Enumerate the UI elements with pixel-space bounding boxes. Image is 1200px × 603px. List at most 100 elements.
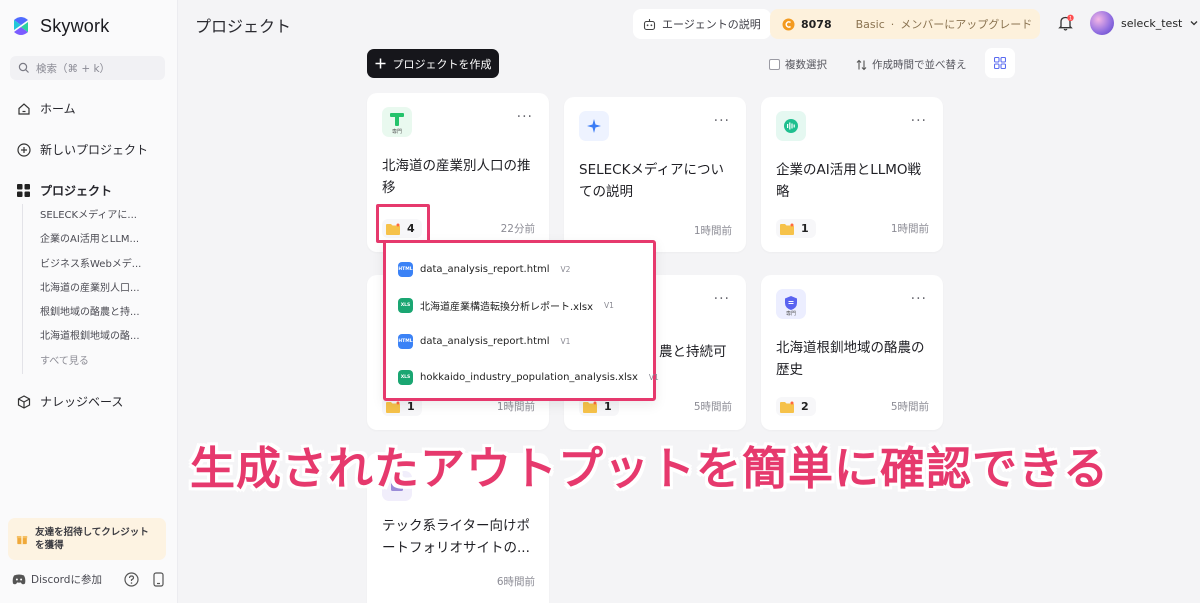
- nav-new-project-label: 新しいプロジェクト: [40, 143, 149, 157]
- sidebar-project-item[interactable]: 北海道根釧地域の酪...: [23, 325, 172, 349]
- output-file-name: 北海道産業構造転換分析レポート.xlsx: [420, 302, 594, 313]
- skywork-logo-icon: [14, 17, 28, 35]
- sidebar-project-item[interactable]: SELECKメディアに...: [23, 204, 172, 228]
- project-time: 1時間前: [890, 223, 929, 235]
- output-version: V1: [648, 373, 659, 382]
- username: seleck_test: [1121, 16, 1183, 30]
- sidebar-bottom-icons: [124, 572, 164, 587]
- output-file-name: data_analysis_report.html: [420, 336, 550, 347]
- credit-balance: 8078: [801, 17, 832, 31]
- multi-select-checkbox[interactable]: [769, 59, 780, 70]
- xls-file-icon: XLS: [398, 370, 413, 385]
- more-options-icon[interactable]: ···: [911, 291, 927, 307]
- outputs-count-value: 1: [604, 400, 612, 413]
- nav-knowledge-label: ナレッジベース: [40, 395, 124, 409]
- user-menu[interactable]: seleck_test: [1090, 11, 1199, 35]
- discord-label: Discordに参加: [31, 574, 102, 586]
- plus-icon: [375, 58, 385, 69]
- invite-banner[interactable]: 友達を招待してクレジットを獲得: [8, 518, 166, 560]
- sidebar-project-item[interactable]: 企業のAI活用とLLM...: [23, 228, 172, 252]
- outputs-count-highlight: [376, 204, 430, 243]
- sort-icon: [856, 59, 867, 70]
- sidebar: Skywork 検索（⌘ + k） ホーム 新しいプロジェクト プロジェクト S…: [0, 0, 178, 603]
- outputs-dropdown: HTML data_analysis_report.html V2 XLS 北海…: [383, 240, 659, 401]
- gift-icon: [16, 535, 28, 545]
- project-card[interactable]: ··· 企業のAI活用とLLMO戦略 1 1時間前: [761, 97, 943, 252]
- folder-icon: [386, 401, 400, 413]
- outputs-count[interactable]: 2: [776, 397, 816, 416]
- outputs-count[interactable]: 1: [776, 219, 816, 238]
- discord-link[interactable]: Discordに参加: [12, 572, 102, 587]
- nav-projects-label: プロジェクト: [40, 184, 113, 198]
- nav-new-project[interactable]: 新しいプロジェクト: [16, 141, 148, 158]
- more-options-icon[interactable]: ···: [714, 291, 730, 307]
- sidebar-project-item[interactable]: ビジネス系Webメデ...: [23, 253, 172, 277]
- sparkle-icon: [587, 119, 601, 133]
- sidebar-project-item[interactable]: 根釧地域の酪農と持...: [23, 301, 172, 325]
- project-time: 22分前: [500, 223, 535, 235]
- overlay-caption: 生成されたアウトプットを簡単に確認できる: [190, 442, 1110, 495]
- mobile-icon[interactable]: [153, 572, 164, 587]
- project-tag: 専門: [785, 311, 796, 317]
- app-logo[interactable]: Skywork: [10, 14, 109, 38]
- sidebar-project-item[interactable]: 北海道の産業別人口...: [23, 277, 172, 301]
- nav-projects[interactable]: プロジェクト: [16, 182, 112, 199]
- sort-label: 作成時間で並べ替え: [872, 59, 967, 71]
- project-type-icon: [776, 111, 806, 141]
- xls-file-icon: XLS: [398, 298, 413, 313]
- output-file-name: data_analysis_report.html: [420, 264, 550, 275]
- plus-circle-icon: [16, 142, 31, 157]
- project-title: 農と持続可: [659, 344, 727, 360]
- more-options-icon[interactable]: ···: [517, 109, 533, 125]
- project-title: 企業のAI活用とLLMO戦略: [776, 162, 922, 200]
- bell-icon: 1: [1058, 14, 1074, 31]
- audio-wave-icon: [784, 119, 798, 133]
- project-title: 北海道根釧地域の酪農の歴史: [776, 340, 925, 378]
- project-card[interactable]: 専門 ··· 北海道根釧地域の酪農の歴史 2 5時間前: [761, 275, 943, 430]
- create-project-label: プロジェクトを作成: [392, 57, 492, 71]
- output-file-name: hokkaido_industry_population_analysis.xl…: [420, 372, 638, 383]
- project-time: 5時間前: [890, 401, 929, 413]
- output-file-item[interactable]: HTML data_analysis_report.html V1: [398, 334, 570, 349]
- sort-dropdown[interactable]: 作成時間で並べ替え: [856, 57, 967, 72]
- grid-view-button[interactable]: [985, 48, 1015, 78]
- robot-icon: [643, 18, 656, 30]
- output-file-item[interactable]: XLS hokkaido_industry_population_analysi…: [398, 370, 659, 385]
- credit-upgrade-pill[interactable]: 8078 Basic · メンバーにアップグレード: [770, 9, 1040, 39]
- nav-home-label: ホーム: [40, 102, 76, 116]
- output-file-item[interactable]: XLS 北海道産業構造転換分析レポート.xlsx V1: [398, 298, 614, 313]
- create-project-button[interactable]: プロジェクトを作成: [367, 49, 499, 78]
- upgrade-link[interactable]: メンバーにアップグレード: [900, 16, 1032, 32]
- output-file-item[interactable]: HTML data_analysis_report.html V2: [398, 262, 570, 277]
- agent-description-button[interactable]: エージェントの説明: [633, 9, 771, 39]
- home-icon: [16, 101, 31, 116]
- search-input[interactable]: 検索（⌘ + k）: [10, 56, 165, 80]
- notification-count: 1: [1069, 15, 1072, 21]
- discord-icon: [12, 574, 26, 585]
- folder-icon: [780, 401, 794, 413]
- nav-home[interactable]: ホーム: [16, 100, 76, 117]
- html-file-icon: HTML: [398, 262, 413, 277]
- help-icon[interactable]: [124, 572, 139, 587]
- output-version: V2: [560, 265, 571, 274]
- multi-select-toggle[interactable]: 複数選択: [769, 57, 827, 72]
- project-title: 北海道の産業別人口の推移: [382, 158, 531, 196]
- plan-label: Basic: [855, 17, 885, 31]
- project-time: 5時間前: [693, 401, 732, 413]
- more-options-icon[interactable]: ···: [911, 113, 927, 129]
- nav-knowledge-base[interactable]: ナレッジベース: [16, 393, 123, 410]
- project-type-icon: [579, 111, 609, 141]
- project-type-icon: 専門: [776, 289, 806, 319]
- invite-text: 友達を招待してクレジットを獲得: [35, 527, 149, 551]
- project-card[interactable]: ··· SELECKメディアについての説明 1時間前: [564, 97, 746, 252]
- multi-select-label: 複数選択: [785, 59, 827, 71]
- more-options-icon[interactable]: ···: [714, 113, 730, 129]
- project-time: 1時間前: [693, 225, 732, 237]
- sidebar-see-all-link[interactable]: すべて見る: [23, 350, 172, 374]
- project-title: SELECKメディアについての説明: [579, 162, 724, 200]
- sidebar-project-list: SELECKメディアに... 企業のAI活用とLLM... ビジネス系Webメデ…: [22, 204, 172, 375]
- project-time: 1時間前: [496, 401, 535, 413]
- avatar: [1090, 11, 1114, 35]
- notification-button[interactable]: 1: [1057, 14, 1075, 36]
- outputs-count-value: 1: [407, 400, 415, 413]
